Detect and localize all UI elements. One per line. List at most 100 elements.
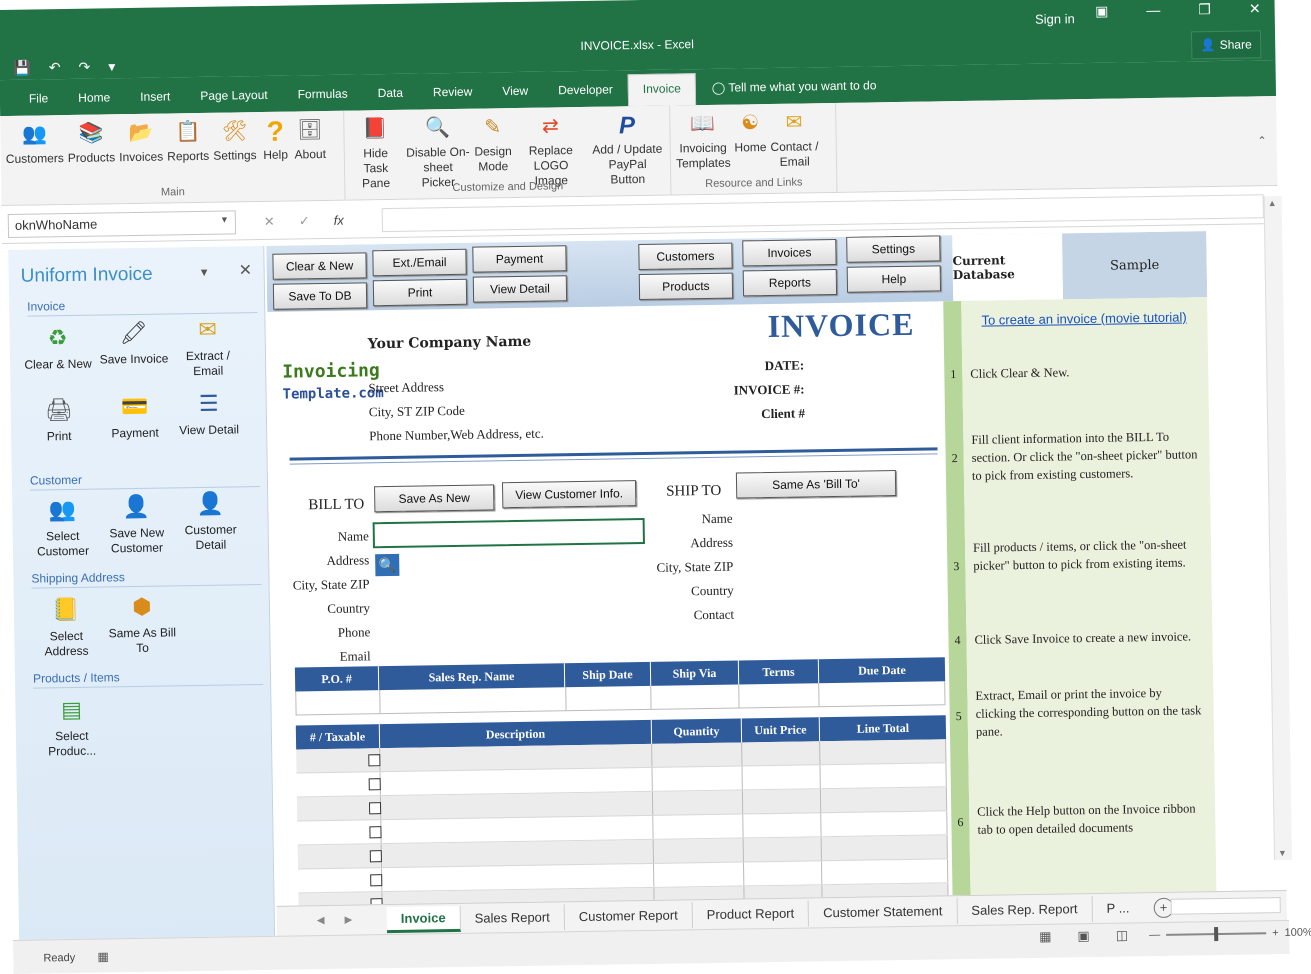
taxable-checkbox[interactable] [370,874,383,887]
zoom-slider-thumb[interactable] [1214,927,1219,942]
cancel-icon[interactable]: ✕ [264,214,275,230]
ext-email-button[interactable]: Ext./Email [372,248,467,277]
tp-view-detail-button[interactable]: ☰ View Detail [168,386,249,438]
prev-sheet-icon[interactable]: ◀ [317,915,325,926]
restore-icon[interactable]: ❐ [1198,1,1211,18]
bill-name-cell[interactable] [372,517,645,549]
clear-new-button[interactable]: Clear & New [272,252,367,280]
tab-developer[interactable]: Developer [543,82,628,107]
design-mode-button[interactable]: ✎ Design Mode [472,108,514,177]
ribbon-display-options-icon[interactable]: ▣ [1095,3,1108,20]
scroll-up-icon[interactable]: ▲ [1268,198,1277,208]
print-button[interactable]: Print [372,278,468,307]
name-box[interactable]: oknWhoName ▼ [7,210,237,238]
vertical-scrollbar[interactable]: ▲ ▼ [1263,195,1293,861]
reports-button[interactable]: 📋 Reports [165,113,212,167]
due-date-cell[interactable] [819,681,946,707]
ship-via-cell[interactable] [651,684,740,709]
minimize-icon[interactable]: — [1146,2,1160,19]
scroll-down-icon[interactable]: ▼ [1278,848,1287,858]
sheet-reports-button[interactable]: Reports [742,268,838,297]
chevron-down-icon[interactable]: ▼ [220,214,229,224]
paypal-button[interactable]: P Add / Update PayPal Button [587,106,667,190]
sheet-tab-sales-report[interactable]: Sales Report [460,903,565,932]
customers-button[interactable]: 👥 Customers [3,115,66,169]
horizontal-scrollbar[interactable] [1170,897,1281,915]
sales-rep-cell[interactable] [380,687,567,714]
tutorial-link[interactable]: To create an invoice (movie tutorial) [981,309,1186,327]
sheet-tab-invoice[interactable]: Invoice [386,905,461,933]
tab-home[interactable]: Home [63,90,125,115]
tp-same-as-bill-button[interactable]: ⬢ Same As Bill To [102,589,183,656]
taxable-checkbox[interactable] [368,754,381,767]
tab-file[interactable]: File [14,91,64,116]
sign-in-link[interactable]: Sign in [1035,11,1075,27]
tp-select-customer-button[interactable]: 👥 Select Customer [22,493,103,560]
macro-record-icon[interactable]: ▦ [97,949,109,963]
save-to-db-button[interactable]: Save To DB [272,282,368,310]
view-detail-button[interactable]: View Detail [472,275,568,303]
invoicing-templates-button[interactable]: 📖 Invoicing Templates [673,105,733,174]
po-cell[interactable] [296,690,381,715]
terms-cell[interactable] [739,683,820,708]
zoom-slider[interactable] [1166,927,1267,942]
invoices-button[interactable]: 📂 Invoices [117,113,166,167]
taxable-checkbox[interactable] [368,778,381,791]
page-layout-view-icon[interactable]: ▣ [1077,928,1090,944]
tab-view[interactable]: View [487,84,543,109]
taxable-checkbox[interactable] [369,850,382,863]
help-button[interactable]: ? Help [258,111,293,165]
tp-clear-new-button[interactable]: ♻ Clear & New [17,321,98,373]
close-icon[interactable]: ✕ [1249,0,1261,17]
taxable-checkbox[interactable] [369,826,382,839]
zoom-out-icon[interactable]: — [1149,929,1160,941]
ship-date-cell[interactable] [565,685,653,711]
sheet-invoices-button[interactable]: Invoices [742,238,837,267]
zoom-level[interactable]: 100% [1285,927,1311,939]
tab-page-layout[interactable]: Page Layout [185,88,283,114]
share-button[interactable]: 👤 Share [1190,30,1262,60]
same-as-bill-to-button[interactable]: Same As 'Bill To' [735,470,897,499]
collapse-ribbon-icon[interactable]: ⌃ [1257,134,1266,147]
sheet-tab-customer-statement[interactable]: Customer Statement [808,897,958,926]
home-link-button[interactable]: ☯ Home [732,104,769,158]
sheet-settings-button[interactable]: Settings [846,235,941,263]
sheet-help-button[interactable]: Help [846,265,942,293]
tp-save-invoice-button[interactable]: 🖍 Save Invoice [93,315,174,367]
customer-picker-search-icon[interactable]: 🔍 [375,553,400,577]
tp-customer-detail-button[interactable]: 👤 Customer Detail [170,486,251,553]
sheet-customers-button[interactable]: Customers [638,242,733,271]
customize-qat-icon[interactable]: ▾ [108,58,115,75]
tab-data[interactable]: Data [363,86,419,111]
tell-me-box[interactable]: ◯ Tell me what you want to do [696,78,893,105]
tp-select-product-button[interactable]: ▤ Select Produc... [31,692,112,759]
sheet-tab-more[interactable]: P ... [1092,895,1143,922]
normal-view-icon[interactable]: ▦ [1039,929,1052,945]
sheet-tab-customer-report[interactable]: Customer Report [564,901,693,930]
insert-function-icon[interactable]: fx [334,213,344,229]
save-as-new-button[interactable]: Save As New [374,484,495,513]
redo-icon[interactable]: ↷ [78,59,90,76]
payment-button[interactable]: Payment [472,245,567,273]
tab-review[interactable]: Review [418,84,488,109]
sheet-tab-sales-rep-report[interactable]: Sales Rep. Report [957,895,1093,924]
tp-payment-button[interactable]: 💳 Payment [94,389,175,441]
tab-invoice[interactable]: Invoice [627,73,697,107]
tab-insert[interactable]: Insert [125,89,185,114]
tp-extract-email-button[interactable]: ✉ Extract / Email [167,312,248,379]
undo-icon[interactable]: ↶ [49,59,61,76]
save-icon[interactable]: 💾 [13,60,31,77]
sheet-products-button[interactable]: Products [638,272,734,301]
zoom-in-icon[interactable]: + [1272,927,1279,939]
tp-save-new-customer-button[interactable]: 👤 Save New Customer [96,489,177,556]
products-button[interactable]: 📚 Products [65,114,117,168]
tp-print-button[interactable]: 🖨 Print [19,393,100,445]
replace-logo-button[interactable]: ⇄ Replace LOGO Image [513,107,589,191]
task-pane-menu-icon[interactable]: ▼ [199,267,210,279]
disable-picker-button[interactable]: 🔍 Disable On-sheet Picker [403,109,473,193]
taxable-checkbox[interactable] [368,802,382,815]
contact-email-button[interactable]: ✉ Contact / Email [768,103,821,172]
tab-formulas[interactable]: Formulas [283,86,363,111]
formula-input[interactable] [381,194,1264,233]
next-sheet-icon[interactable]: ▶ [344,915,352,926]
